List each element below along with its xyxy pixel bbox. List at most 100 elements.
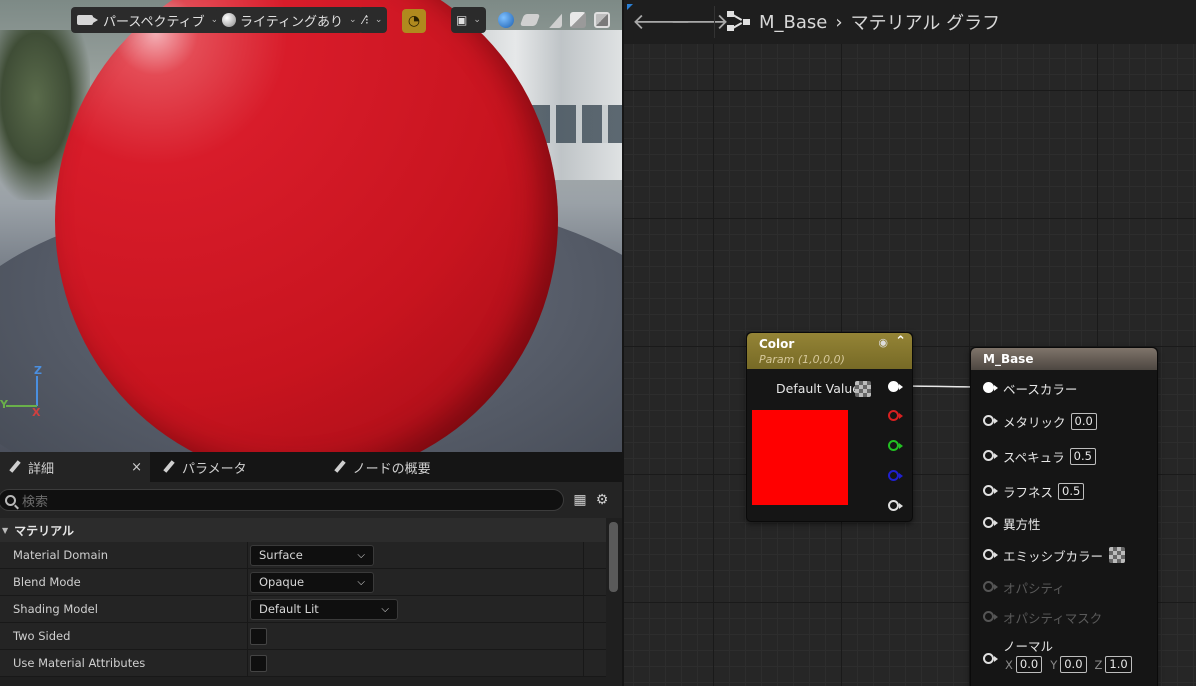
dropdown-value: Surface (259, 548, 303, 562)
preview-mesh-dropdown[interactable]: ▣ ⌄ (451, 7, 486, 33)
tab-parameters[interactable]: パラメータ (154, 452, 255, 482)
material-preview-viewport[interactable]: パースペクティブ ⌄ ライティングあり ⌄ ⁄⁝ ⌄ ◔ ▣ ⌄ Z Y X (0, 0, 622, 452)
input-pin[interactable] (983, 415, 998, 426)
show-flags-dropdown[interactable]: ⁄⁝ ⌄ (358, 7, 388, 33)
rgba-output-pin[interactable] (888, 381, 903, 392)
property-name: Material Domain (0, 542, 248, 568)
chevron-down-icon: ⌄ (374, 15, 383, 25)
chevron-down-icon: ⌵ (381, 603, 389, 615)
b-output-pin[interactable] (888, 470, 903, 481)
result-node-header[interactable]: M_Base (971, 348, 1157, 370)
input-roughness[interactable]: ラフネス 0.5 (971, 480, 1157, 502)
camera-icon (77, 15, 98, 25)
input-pin[interactable] (983, 485, 998, 496)
normal-x-field[interactable]: 0.0 (1015, 656, 1043, 673)
material-result-node[interactable]: M_Base ベースカラー メタリック 0.0 スペキュラ 0.5 ラフネス 0… (970, 347, 1158, 686)
collapse-triangle-icon: ▼ (2, 525, 9, 535)
tab-node-overview[interactable]: ノードの概要 (325, 452, 439, 482)
material-domain-dropdown[interactable]: Surface ⌵ (250, 544, 374, 566)
input-opacity-mask[interactable]: オパシティマスク (971, 606, 1157, 628)
input-metallic[interactable]: メタリック 0.0 (971, 410, 1157, 432)
perspective-dropdown[interactable]: パースペクティブ ⌄ (71, 7, 225, 33)
lighting-dropdown[interactable]: ライティングあり ⌄ (216, 7, 363, 33)
a-output-pin[interactable] (888, 500, 903, 511)
input-label: スペキュラ (1003, 449, 1065, 465)
specular-value-field[interactable]: 0.5 (1069, 447, 1096, 465)
chevron-down-icon: ⌵ (357, 576, 365, 588)
collapse-chevron-icon[interactable]: ⌃ (895, 334, 906, 349)
timer-icon: ◔ (407, 13, 421, 29)
tab-details-label: 詳細 (28, 461, 55, 477)
property-row-two-sided: Two Sided (0, 623, 606, 650)
image-icon: ▣ (456, 13, 468, 27)
input-pin[interactable] (983, 517, 998, 528)
section-material-header[interactable]: ▼ マテリアル (0, 518, 606, 542)
wand-icon: ⁄⁝ (363, 13, 369, 27)
two-sided-checkbox[interactable] (250, 627, 267, 645)
input-specular[interactable]: スペキュラ 0.5 (971, 445, 1157, 467)
details-panel: 詳細 × パラメータ ノードの概要 検索 ▦ ⚙ ▼ マテリアル Materia… (0, 452, 622, 686)
roughness-value-field[interactable]: 0.5 (1058, 482, 1085, 500)
axis-z-line (36, 376, 38, 406)
checker-swatch-icon[interactable] (1109, 547, 1126, 563)
wedge-mesh-icon[interactable] (549, 13, 562, 28)
checker-swatch-icon[interactable] (855, 381, 871, 397)
property-row-blend-mode: Blend Mode Opaque ⌵ (0, 569, 606, 596)
input-pin[interactable] (983, 611, 998, 622)
normal-vector-fields: X 0.0 Y 0.0 Z 1.0 (1005, 656, 1132, 673)
input-opacity[interactable]: オパシティ (971, 576, 1157, 598)
material-graph-editor[interactable]: 🡐 🡒 M_Base › マテリアル グラフ Color Param (1,0,… (624, 0, 1196, 686)
property-name: Use Material Attributes (0, 650, 248, 676)
normal-y-field[interactable]: 0.0 (1060, 656, 1087, 673)
axis-gizmo: Z Y X (0, 364, 48, 424)
input-label: ベースカラー (1003, 381, 1078, 397)
normal-z-field[interactable]: 1.0 (1105, 656, 1132, 673)
input-anisotropy[interactable]: 異方性 (971, 512, 1157, 534)
details-scrollbar[interactable] (609, 522, 618, 592)
input-pin[interactable] (983, 581, 998, 592)
g-output-pin[interactable] (888, 440, 903, 451)
input-base-color[interactable]: ベースカラー (971, 377, 1157, 399)
search-placeholder: 検索 (22, 494, 49, 510)
color-swatch-preview (752, 410, 848, 505)
use-material-attributes-checkbox[interactable] (250, 654, 267, 672)
input-pin[interactable] (983, 450, 998, 461)
lighting-icon (222, 13, 236, 27)
input-emissive-color[interactable]: エミッシブカラー (971, 544, 1157, 566)
search-icon (5, 494, 16, 506)
normal-y-label: Y (1050, 657, 1058, 672)
metallic-value-field[interactable]: 0.0 (1070, 412, 1097, 430)
input-pin[interactable] (983, 653, 998, 664)
color-node-subtitle: Param (1,0,0,0) (759, 353, 845, 366)
blend-mode-dropdown[interactable]: Opaque ⌵ (250, 571, 374, 593)
input-pin[interactable] (983, 382, 998, 393)
search-input[interactable]: 検索 (0, 489, 564, 511)
chevron-down-icon: ⌄ (473, 15, 481, 25)
gear-icon[interactable]: ⚙ (592, 490, 612, 510)
plane-mesh-icon[interactable] (519, 14, 541, 26)
dropdown-value: Default Lit (259, 602, 319, 616)
details-tabs: 詳細 × パラメータ ノードの概要 (0, 452, 622, 482)
lighting-label: ライティングあり (240, 14, 343, 30)
realtime-toggle-button[interactable]: ◔ (402, 9, 426, 33)
input-pin[interactable] (983, 549, 998, 560)
cube-mesh-icon[interactable] (570, 12, 586, 28)
shading-model-dropdown[interactable]: Default Lit ⌵ (250, 598, 398, 620)
color-parameter-node[interactable]: Color Param (1,0,0,0) ◉ ⌃ Default Value (746, 332, 913, 522)
axis-y-label: Y (0, 398, 8, 411)
property-name: Two Sided (0, 623, 248, 649)
input-label: 異方性 (1003, 516, 1041, 532)
pencil-icon (8, 460, 22, 474)
preview-toggle-icon[interactable]: ◉ (878, 336, 888, 349)
property-row-use-material-attributes: Use Material Attributes (0, 650, 606, 677)
table-view-icon[interactable]: ▦ (570, 490, 590, 510)
tab-node-overview-label: ノードの概要 (352, 461, 431, 477)
tab-details[interactable]: 詳細 × (0, 452, 150, 482)
close-icon[interactable]: × (131, 460, 142, 475)
color-node-header[interactable]: Color Param (1,0,0,0) ◉ ⌃ (747, 333, 912, 369)
r-output-pin[interactable] (888, 410, 903, 421)
custom-mesh-icon[interactable] (594, 12, 610, 28)
input-normal[interactable]: ノーマル X 0.0 Y 0.0 Z 1.0 (971, 636, 1157, 680)
color-node-title: Color (759, 337, 795, 351)
sphere-mesh-icon[interactable] (498, 12, 514, 28)
